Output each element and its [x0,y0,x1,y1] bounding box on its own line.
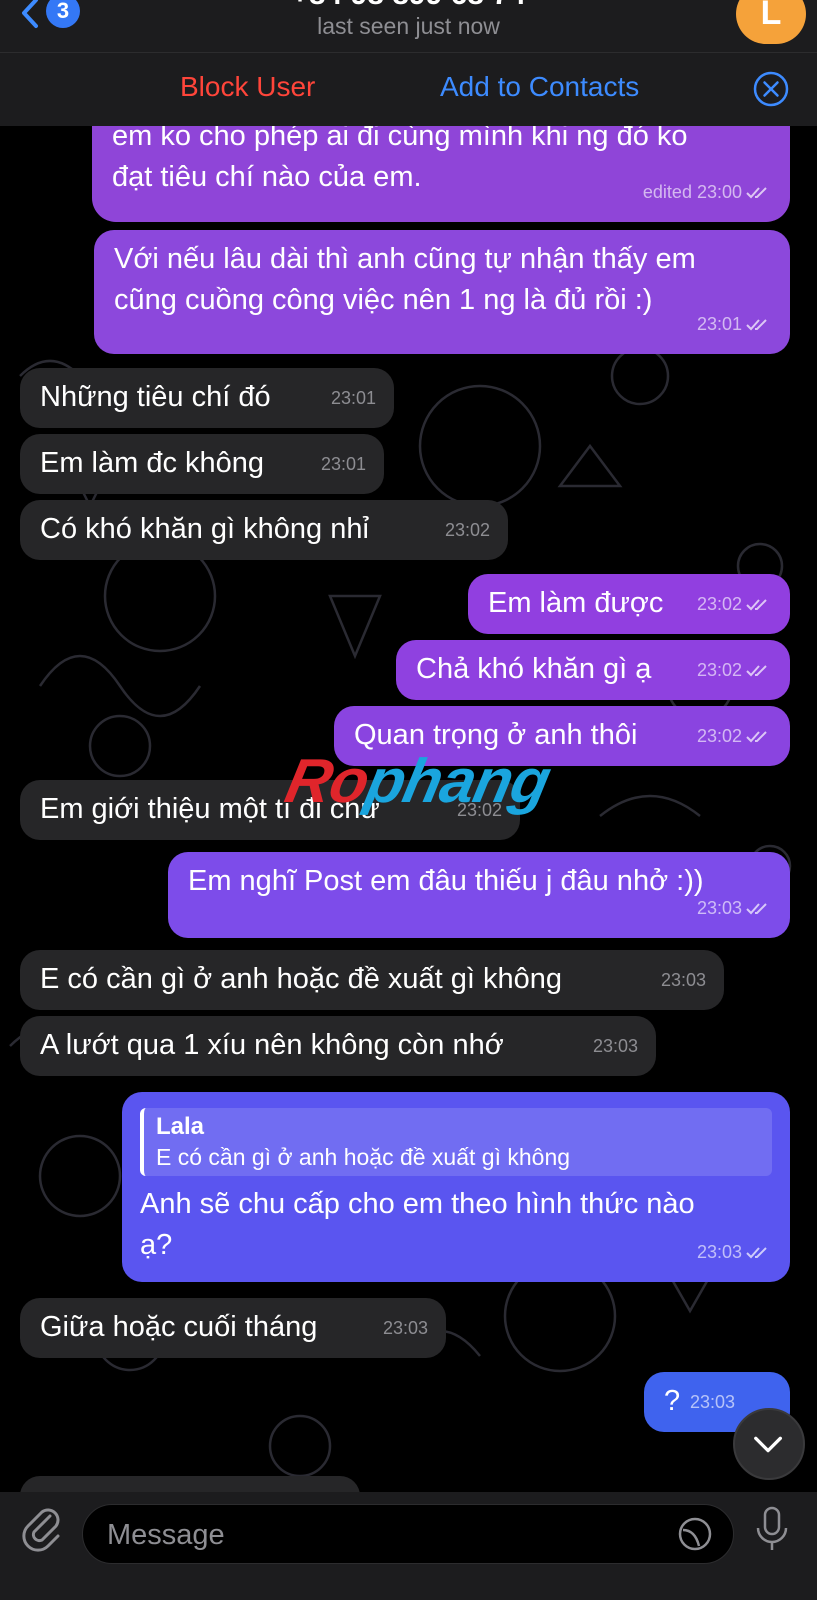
message-text-line: em ko cho phép ai đi cùng mình khi ng đó… [112,126,688,152]
message-incoming[interactable]: Có khó khăn gì không nhỉ 23:02 [20,500,508,560]
message-incoming[interactable]: Giữa hoặc cuối tháng 23:03 [20,1298,446,1358]
double-check-icon [746,665,767,677]
reply-author: Lala [156,1113,205,1140]
reply-text: E có cần gì ở anh hoặc đề xuất gì không [156,1144,571,1170]
message-meta: 23:02 [697,650,772,691]
scroll-down-button[interactable] [733,1408,805,1480]
double-check-icon [746,903,767,915]
message-text-line: ạ? [140,1229,173,1261]
message-time: 23:02 [444,520,490,540]
message-incoming[interactable]: Những tiêu chí đó 23:01 [20,368,394,428]
message-field[interactable] [82,1504,734,1565]
message-meta: 23:02 [697,584,772,625]
message-incoming-partial[interactable] [20,1476,360,1492]
message-time: 23:01 [330,388,376,408]
message-meta: 23:03 [697,1232,772,1273]
message-text: Những tiêu chí đó [40,381,271,413]
message-outgoing[interactable]: Chả khó khăn gì ạ 23:02 [396,640,790,700]
message-outgoing-reply[interactable]: Lala E có cần gì ở anh hoặc đề xuất gì k… [122,1092,790,1282]
sticker-icon[interactable] [677,1516,713,1552]
message-text: Chả khó khăn gì ạ [416,653,652,685]
watermark-logo: Rophang [279,747,556,816]
message-text: Em nghĩ Post em đâu thiếu j đâu nhở :)) [188,865,704,897]
block-user-button[interactable]: Block User [180,71,315,103]
reply-quote[interactable]: Lala E có cần gì ở anh hoặc đề xuất gì k… [140,1108,772,1176]
double-check-icon [746,731,767,743]
message-meta: 23:02 [697,716,772,757]
last-seen-status: last seen just now [317,13,500,39]
mic-icon[interactable] [754,1506,790,1554]
message-text: Em làm đc không [40,447,265,479]
double-check-icon [746,599,767,611]
message-text: ? [664,1385,681,1417]
double-check-icon [746,187,767,199]
message-input[interactable] [105,1505,629,1565]
chat-header: 3 +84 98 899 68 74 last seen just now L [0,0,817,52]
message-time: 23:01 [320,454,366,474]
scroll-down-icon [754,1436,782,1453]
message-incoming[interactable]: A lướt qua 1 xíu nên không còn nhớ 23:03 [20,1016,656,1076]
attach-icon[interactable] [20,1504,64,1552]
message-text: E có cần gì ở anh hoặc đề xuất gì không [40,963,563,995]
message-incoming[interactable]: Em làm đc không 23:01 [20,434,384,494]
message-text: Có khó khăn gì không nhỉ [40,513,369,545]
double-check-icon [746,1247,767,1259]
message-outgoing[interactable]: em ko cho phép ai đi cùng mình khi ng đó… [92,126,790,222]
message-outgoing[interactable]: Với nếu lâu dài thì anh cũng tự nhận thấ… [94,230,790,354]
message-text-line: cũng cuồng công việc nên 1 ng là đủ rồi … [114,284,653,316]
message-input-bar [0,1492,817,1600]
message-outgoing[interactable]: Em làm được 23:02 [468,574,790,634]
message-text-line: Anh sẽ chu cấp cho em theo hình thức nào [140,1188,695,1220]
add-to-contacts-button[interactable]: Add to Contacts [440,71,639,103]
message-text: A lướt qua 1 xíu nên không còn nhớ [40,1029,504,1061]
message-text: Em làm được [488,587,664,619]
message-time: 23:03 [690,1392,736,1412]
chat-title[interactable]: +84 98 899 68 74 [0,0,817,12]
contact-action-bar: Block User Add to Contacts [0,52,817,127]
message-meta: edited 23:00 [643,172,772,213]
double-check-icon [746,319,767,331]
message-time: 23:03 [382,1318,428,1338]
message-outgoing[interactable]: Em nghĩ Post em đâu thiếu j đâu nhở :)) … [168,852,790,938]
chat-area[interactable]: em ko cho phép ai đi cùng mình khi ng đó… [0,126,817,1492]
message-incoming[interactable]: E có cần gì ở anh hoặc đề xuất gì không … [20,950,724,1010]
close-icon[interactable] [753,71,789,107]
message-meta: 23:01 [697,304,772,345]
message-time: 23:03 [592,1036,638,1056]
message-text: Giữa hoặc cuối tháng [40,1311,318,1343]
message-meta: 23:03 [697,888,772,929]
message-time: 23:03 [660,970,706,990]
message-text-line: Với nếu lâu dài thì anh cũng tự nhận thấ… [114,243,696,275]
